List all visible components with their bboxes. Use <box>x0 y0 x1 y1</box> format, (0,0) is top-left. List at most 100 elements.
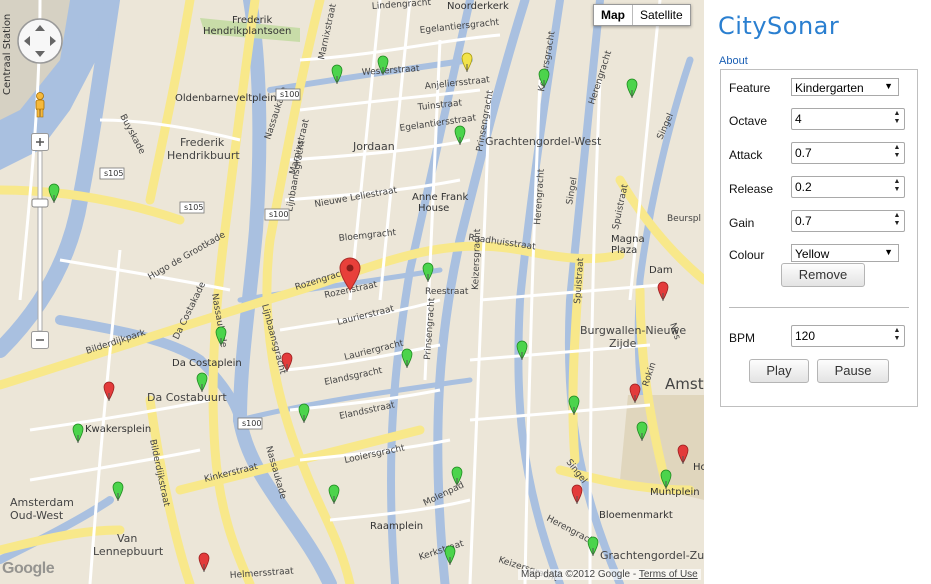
label-dam: Dam <box>649 265 673 276</box>
map-pin-icon[interactable] <box>677 444 689 464</box>
shield-5: s100 <box>242 419 261 428</box>
label-amsterdam-2: Oud-West <box>10 509 64 522</box>
app-title: CitySonar <box>718 12 840 40</box>
map-pin-icon[interactable] <box>298 403 310 423</box>
pause-button[interactable]: Pause <box>817 359 889 383</box>
map-pin-icon[interactable] <box>103 381 115 401</box>
pan-control[interactable] <box>16 17 64 65</box>
label-frederik-hb1: Frederik <box>180 136 225 149</box>
release-input[interactable]: 0.2 ▲ ▼ <box>791 176 905 198</box>
spinner-arrows-icon[interactable]: ▲ ▼ <box>891 178 903 196</box>
label-anne-frank-1: Anne Frank <box>412 192 468 203</box>
label-grachtengordel-zuid: Grachtengordel-Zuid <box>600 549 704 562</box>
label-da-costabuurt: Da Costabuurt <box>147 391 227 404</box>
map-pin-icon[interactable] <box>626 78 638 98</box>
map-pin-icon[interactable] <box>48 183 60 203</box>
shield-3: s105 <box>184 203 203 212</box>
spinner-arrows-icon[interactable]: ▲ ▼ <box>891 212 903 230</box>
label-jordaan: Jordaan <box>352 140 395 153</box>
shield-2: s105 <box>104 169 123 178</box>
map-pin-icon[interactable] <box>568 395 580 415</box>
map-button[interactable]: Map <box>594 5 633 25</box>
gain-label: Gain <box>729 216 755 230</box>
label-frederik-hb2: Hendrikbuurt <box>167 149 240 162</box>
google-logo: Google <box>2 560 55 577</box>
label-kwakersplein: Kwakersplein <box>85 424 151 435</box>
map-pin-icon[interactable] <box>444 545 456 565</box>
label-anne-frank-2: House <box>418 203 449 214</box>
road-reestraat: Reestraat <box>425 287 469 297</box>
zoom-control[interactable] <box>31 133 49 349</box>
satellite-button[interactable]: Satellite <box>633 5 690 25</box>
colour-value: Yellow <box>795 247 830 261</box>
dropdown-arrow-icon: ▼ <box>884 247 893 257</box>
map-pin-icon[interactable] <box>657 281 669 301</box>
map-canvas[interactable]: Centraal Station Oldenbarneveltplein Fre… <box>0 0 704 584</box>
about-link[interactable]: About <box>719 55 748 67</box>
release-value: 0.2 <box>795 180 812 194</box>
bpm-label: BPM <box>729 331 756 345</box>
colour-label: Colour <box>729 248 765 262</box>
label-magna-2: Plaza <box>611 245 637 256</box>
gain-input[interactable]: 0.7 ▲ ▼ <box>791 210 905 232</box>
map-pin-icon[interactable] <box>328 484 340 504</box>
label-noorderkerk: Noorderkerk <box>447 1 509 12</box>
gain-value: 0.7 <box>795 214 812 228</box>
terms-link[interactable]: Terms of Use <box>639 569 698 580</box>
map-pin-icon[interactable] <box>198 552 210 572</box>
map-type-control: Map Satellite <box>593 4 691 26</box>
map-pin-icon[interactable] <box>112 481 124 501</box>
controls-box: Feature Kindergarten ▼ Octave 4 ▲ ▼ Attac… <box>720 69 918 407</box>
label-magna-1: Magna <box>611 234 645 245</box>
label-da-costaplein: Da Costaplein <box>172 358 242 369</box>
colour-select[interactable]: Yellow ▼ <box>791 244 899 262</box>
spinner-arrows-icon[interactable]: ▲ ▼ <box>891 110 903 128</box>
divider <box>729 307 909 308</box>
bpm-input[interactable]: 120 ▲ ▼ <box>791 325 905 347</box>
zoom-slider-handle <box>31 198 49 208</box>
remove-button[interactable]: Remove <box>781 263 865 287</box>
attack-value: 0.7 <box>795 146 812 160</box>
side-panel: CitySonar About Feature Kindergarten ▼ O… <box>704 0 931 584</box>
map-pin-icon[interactable] <box>422 262 434 282</box>
map-pin-icon[interactable] <box>196 372 208 392</box>
label-muntplein: Muntplein <box>650 487 700 498</box>
map-pin-icon[interactable] <box>454 125 466 145</box>
map-pin-icon[interactable] <box>660 469 672 489</box>
label-frederik: Frederik <box>232 15 272 26</box>
map-pin-icon[interactable] <box>461 52 473 72</box>
map-pin-icon[interactable] <box>538 68 550 88</box>
label-burgwallen-2: Zijde <box>609 337 637 350</box>
map-tiles: Centraal Station Oldenbarneveltplein Fre… <box>0 0 704 584</box>
selected-location-marker-icon[interactable] <box>339 257 361 291</box>
play-button[interactable]: Play <box>749 359 809 383</box>
label-hendrikplants: Hendrikplantsoen <box>203 26 291 37</box>
octave-input[interactable]: 4 ▲ ▼ <box>791 108 905 130</box>
map-data-credit: Map data ©2012 Google - <box>521 569 639 580</box>
feature-select[interactable]: Kindergarten ▼ <box>791 78 899 96</box>
octave-label: Octave <box>729 114 768 128</box>
spinner-arrows-icon[interactable]: ▲ ▼ <box>891 144 903 162</box>
label-bloemenmarkt: Bloemenmarkt <box>599 510 673 521</box>
octave-value: 4 <box>795 112 802 126</box>
map-pin-icon[interactable] <box>636 421 648 441</box>
label-amsterdam-1: Amsterdam <box>10 496 74 509</box>
map-pin-icon[interactable] <box>401 348 413 368</box>
map-pin-icon[interactable] <box>377 55 389 75</box>
map-pin-icon[interactable] <box>215 326 227 346</box>
label-raamplein: Raamplein <box>370 521 423 532</box>
shield-4: s100 <box>269 210 288 219</box>
map-pin-icon[interactable] <box>571 484 583 504</box>
label-hotel: Ho <box>693 462 704 473</box>
map-pin-icon[interactable] <box>587 536 599 556</box>
map-pin-icon[interactable] <box>451 466 463 486</box>
street-view-pegman-icon[interactable] <box>33 92 47 118</box>
map-pin-icon[interactable] <box>516 340 528 360</box>
map-pin-icon[interactable] <box>72 423 84 443</box>
map-pin-icon[interactable] <box>281 352 293 372</box>
map-pin-icon[interactable] <box>331 64 343 84</box>
map-pin-icon[interactable] <box>629 383 641 403</box>
road-beursplein: Beurspl <box>667 214 701 224</box>
attack-input[interactable]: 0.7 ▲ ▼ <box>791 142 905 164</box>
spinner-arrows-icon[interactable]: ▲ ▼ <box>891 327 903 345</box>
